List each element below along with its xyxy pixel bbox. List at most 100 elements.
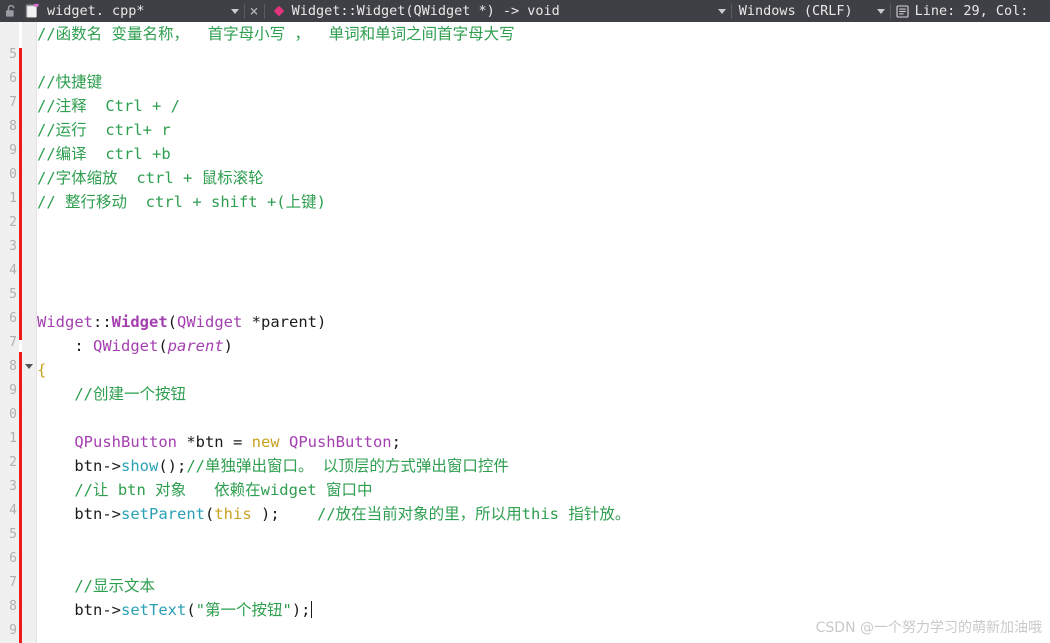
code-token: : xyxy=(37,337,93,355)
code-token: ); xyxy=(251,505,308,523)
code-token: //让 btn 对象 依赖在widget 窗口中 xyxy=(37,481,373,499)
code-line[interactable]: //让 btn 对象 依赖在widget 窗口中 xyxy=(37,478,372,502)
code-line[interactable]: Widget::Widget(QWidget *parent) xyxy=(37,310,326,334)
line-number: 8 xyxy=(9,359,17,374)
line-number: 6 xyxy=(9,311,17,326)
code-token: // 整行移动 ctrl + shift +(上键) xyxy=(37,193,326,211)
code-line[interactable]: // 整行移动 ctrl + shift +(上键) xyxy=(37,190,326,214)
collapse-triangle-icon[interactable] xyxy=(25,364,33,369)
code-token: //函数名 变量名称， 首字母小写 ， 单词和单词之间首字母大写 xyxy=(37,25,515,43)
code-token: (); xyxy=(158,457,187,475)
code-line[interactable]: : QWidget(parent) xyxy=(37,334,233,358)
code-token: //显示文本 xyxy=(37,577,155,595)
code-token: ( xyxy=(158,337,168,355)
code-line[interactable]: //快捷键 xyxy=(37,70,102,94)
code-token: //编译 ctrl +b xyxy=(37,145,171,163)
line-number: 5 xyxy=(9,527,17,542)
code-line[interactable]: //字体缩放 ctrl + 鼠标滚轮 xyxy=(37,166,264,190)
code-line[interactable]: btn->setParent(this ); //放在当前对象的里，所以用thi… xyxy=(37,502,630,526)
code-token: btn-> xyxy=(37,457,121,475)
code-line[interactable]: //注释 Ctrl + / xyxy=(37,94,180,118)
code-token: ( xyxy=(186,601,196,619)
code-token: ) xyxy=(223,337,234,355)
chevron-down-icon-file[interactable] xyxy=(230,8,239,14)
unlock-icon[interactable] xyxy=(5,4,18,18)
code-token: btn-> xyxy=(37,505,121,523)
code-token: ; xyxy=(391,433,401,451)
chevron-down-icon-lineending[interactable] xyxy=(876,8,885,14)
code-token: //放在当前对象的里，所以用this 指针放。 xyxy=(307,505,631,523)
line-number: 9 xyxy=(9,383,17,398)
code-line[interactable]: btn->setText("第一个按钮"); xyxy=(37,598,312,622)
code-token: setParent xyxy=(121,505,205,523)
filename-label[interactable]: widget. cpp* xyxy=(47,3,145,19)
line-number: 9 xyxy=(9,623,17,638)
line-number: 0 xyxy=(9,407,17,422)
line-number: 4 xyxy=(9,263,17,278)
line-number-gutter: 56789012345678901234567890 xyxy=(0,22,19,643)
code-token: ( xyxy=(205,505,215,523)
code-line[interactable]: //运行 ctrl+ r xyxy=(37,118,171,142)
code-token: btn-> xyxy=(37,601,121,619)
code-token: //运行 ctrl+ r xyxy=(37,121,171,139)
change-marker xyxy=(19,352,22,643)
symbol-label[interactable]: Widget::Widget(QWidget *) -> void xyxy=(292,3,560,19)
code-line[interactable]: //函数名 变量名称， 首字母小写 ， 单词和单词之间首字母大写 xyxy=(37,22,515,46)
close-tab-button[interactable]: × xyxy=(250,2,259,20)
line-number: 8 xyxy=(9,119,17,134)
code-token: *parent) xyxy=(242,313,327,331)
chevron-down-icon-symbol[interactable] xyxy=(717,8,726,14)
code-token: //单独弹出窗口。 以顶层的方式弹出窗口控件 xyxy=(186,457,509,475)
code-token: ( xyxy=(167,313,178,331)
code-line[interactable]: btn->show();//单独弹出窗口。 以顶层的方式弹出窗口控件 xyxy=(37,454,509,478)
code-token: //字体缩放 ctrl + 鼠标滚轮 xyxy=(37,169,264,187)
code-line[interactable]: //创建一个按钮 xyxy=(37,382,186,406)
code-token: //创建一个按钮 xyxy=(37,385,186,403)
diamond-icon xyxy=(272,4,286,18)
code-token: QPushButton xyxy=(288,433,392,451)
line-number: 1 xyxy=(9,191,17,206)
code-token: //注释 Ctrl + / xyxy=(37,97,180,115)
code-token: Widget xyxy=(111,313,168,331)
code-token: parent xyxy=(167,337,224,355)
code-token: //快捷键 xyxy=(37,73,103,91)
watermark-label: CSDN @一个努力学习的萌新加油哦 xyxy=(815,620,1042,636)
line-number: 7 xyxy=(9,335,17,350)
toolbar-divider-3 xyxy=(730,3,732,19)
code-token: QPushButton xyxy=(74,433,177,451)
code-line[interactable]: //编译 ctrl +b xyxy=(37,142,171,166)
toolbar-divider-1 xyxy=(243,3,245,19)
line-number: 6 xyxy=(9,71,17,86)
code-token: this xyxy=(214,505,252,523)
text-lines-icon xyxy=(896,4,909,18)
line-number: 1 xyxy=(9,431,17,446)
code-token: "第一个按钮" xyxy=(195,601,292,619)
line-number: 2 xyxy=(9,215,17,230)
line-number: 4 xyxy=(9,503,17,518)
code-folding-column[interactable] xyxy=(22,22,36,643)
line-number: 7 xyxy=(9,575,17,590)
code-token: *btn = xyxy=(176,433,252,451)
code-token: show xyxy=(121,457,159,475)
cursor-position-label[interactable]: Line: 29, Col: xyxy=(915,3,1029,19)
line-number: 5 xyxy=(9,287,17,302)
code-token: QWidget xyxy=(93,337,159,355)
line-number: 0 xyxy=(9,167,17,182)
line-ending-label[interactable]: Windows (CRLF) xyxy=(739,3,853,19)
code-line[interactable]: QPushButton *btn = new QPushButton; xyxy=(37,430,401,454)
code-editor[interactable]: 56789012345678901234567890 //函数名 变量名称， 首… xyxy=(0,22,1050,643)
line-number: 3 xyxy=(9,479,17,494)
change-marker xyxy=(19,48,22,340)
line-number: 2 xyxy=(9,455,17,470)
line-number: 6 xyxy=(9,551,17,566)
line-number: 8 xyxy=(9,599,17,614)
code-surface[interactable]: //函数名 变量名称， 首字母小写 ， 单词和单词之间首字母大写 //快捷键 //注… xyxy=(37,22,1050,643)
code-line[interactable]: { xyxy=(37,358,46,382)
document-icon[interactable] xyxy=(25,3,40,19)
code-line[interactable]: //显示文本 xyxy=(37,574,155,598)
code-token: :: xyxy=(93,313,112,331)
toolbar-divider-2 xyxy=(263,3,265,19)
editor-toolbar: widget. cpp* × Widget::Widget(QWidget *)… xyxy=(0,0,1050,22)
